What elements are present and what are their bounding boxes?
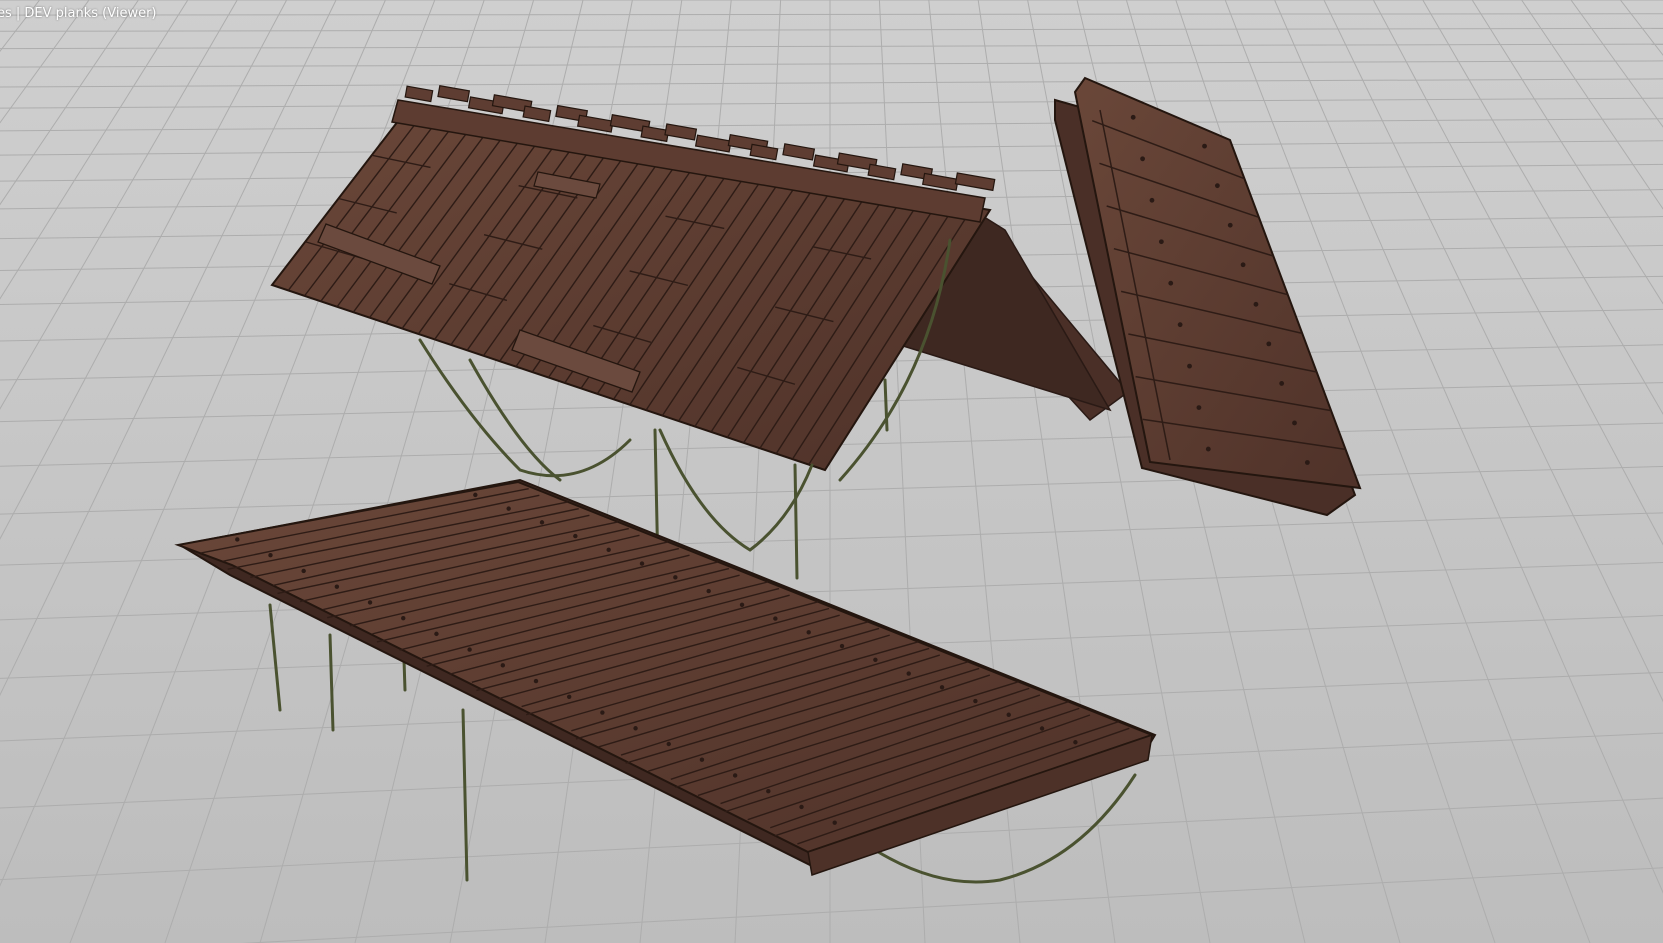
viewer-title: es | DEV planks (Viewer) xyxy=(0,5,159,23)
3d-viewport[interactable]: es | DEV planks (Viewer) xyxy=(0,0,1663,943)
scene-canvas[interactable] xyxy=(0,0,1663,943)
viewer-title-text: es | DEV planks (Viewer) xyxy=(0,6,157,21)
